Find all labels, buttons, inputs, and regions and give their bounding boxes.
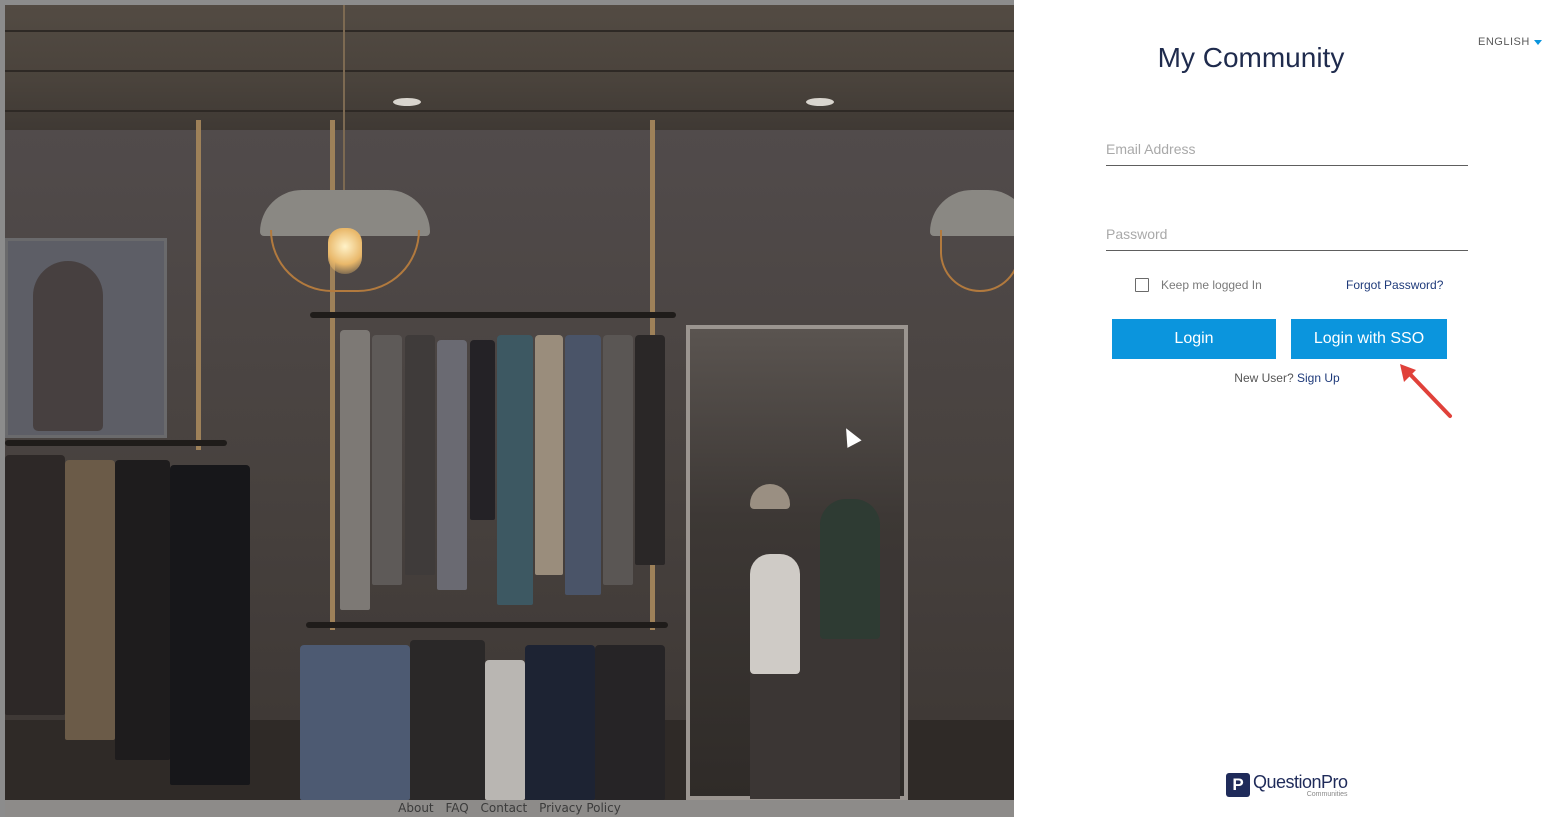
garment <box>437 340 467 590</box>
wall-poster <box>5 238 167 438</box>
footer-links: About FAQ Contact Privacy Policy <box>5 800 1014 817</box>
brand-subtitle: Communities <box>1306 791 1348 798</box>
remember-me-checkbox[interactable] <box>1135 278 1149 292</box>
garment <box>565 335 601 595</box>
garment <box>372 335 402 585</box>
questionpro-logo: P QuestionPro Communities <box>1226 773 1348 798</box>
lamp-cord <box>343 5 345 190</box>
mirror-person <box>820 499 880 639</box>
footer-link-about[interactable]: About <box>398 801 433 815</box>
language-label: ENGLISH <box>1478 36 1530 48</box>
footer-link-privacy-policy[interactable]: Privacy Policy <box>539 801 621 815</box>
email-field[interactable] <box>1106 132 1468 166</box>
garment <box>65 460 115 740</box>
footer-link-faq[interactable]: FAQ <box>445 801 468 815</box>
garment <box>497 335 533 605</box>
clothing-rail <box>310 312 676 318</box>
signup-link[interactable]: Sign Up <box>1297 371 1340 385</box>
password-field[interactable] <box>1106 217 1468 251</box>
garment <box>535 335 563 575</box>
garment <box>115 460 170 760</box>
login-button[interactable]: Login <box>1112 319 1276 359</box>
garment <box>405 335 435 575</box>
garment <box>470 340 495 520</box>
garment <box>410 640 485 800</box>
ceiling-beam <box>5 70 1014 72</box>
garment <box>603 335 633 585</box>
remember-me: Keep me logged In <box>1135 278 1262 292</box>
poster-figure <box>33 261 103 431</box>
mirror-person <box>750 554 800 674</box>
garment <box>635 335 665 565</box>
clothing-rail <box>306 622 668 628</box>
garment <box>485 660 525 800</box>
remember-me-label: Keep me logged In <box>1161 278 1262 292</box>
garment <box>525 645 595 800</box>
ceiling-beam <box>5 110 1014 112</box>
annotation-arrow-icon <box>1400 364 1452 418</box>
ceiling-light <box>806 98 834 106</box>
mirror-lamp-reflection <box>750 484 790 509</box>
language-selector[interactable]: ENGLISH <box>1478 36 1542 48</box>
brand-name: QuestionPro <box>1253 772 1348 792</box>
page-title: My Community <box>1157 42 1345 73</box>
login-with-sso-button[interactable]: Login with SSO <box>1291 319 1447 359</box>
hero-image <box>0 0 1014 817</box>
ceiling-light <box>393 98 421 106</box>
hanging-rope <box>196 120 201 450</box>
forgot-password-link[interactable]: Forgot Password? <box>1346 278 1443 292</box>
garment <box>300 645 410 800</box>
floor-mirror <box>686 325 908 800</box>
garment <box>5 455 65 715</box>
questionpro-logo-icon: P <box>1226 773 1250 797</box>
clothing-rail <box>5 440 227 446</box>
garment <box>595 645 665 800</box>
footer-link-contact[interactable]: Contact <box>481 801 528 815</box>
garment <box>340 330 370 610</box>
new-user-text: New User? <box>1234 371 1294 385</box>
ceiling-beam <box>5 30 1014 32</box>
garment <box>170 465 250 785</box>
lamp-bulb <box>328 228 362 274</box>
caret-down-icon <box>1533 39 1542 45</box>
